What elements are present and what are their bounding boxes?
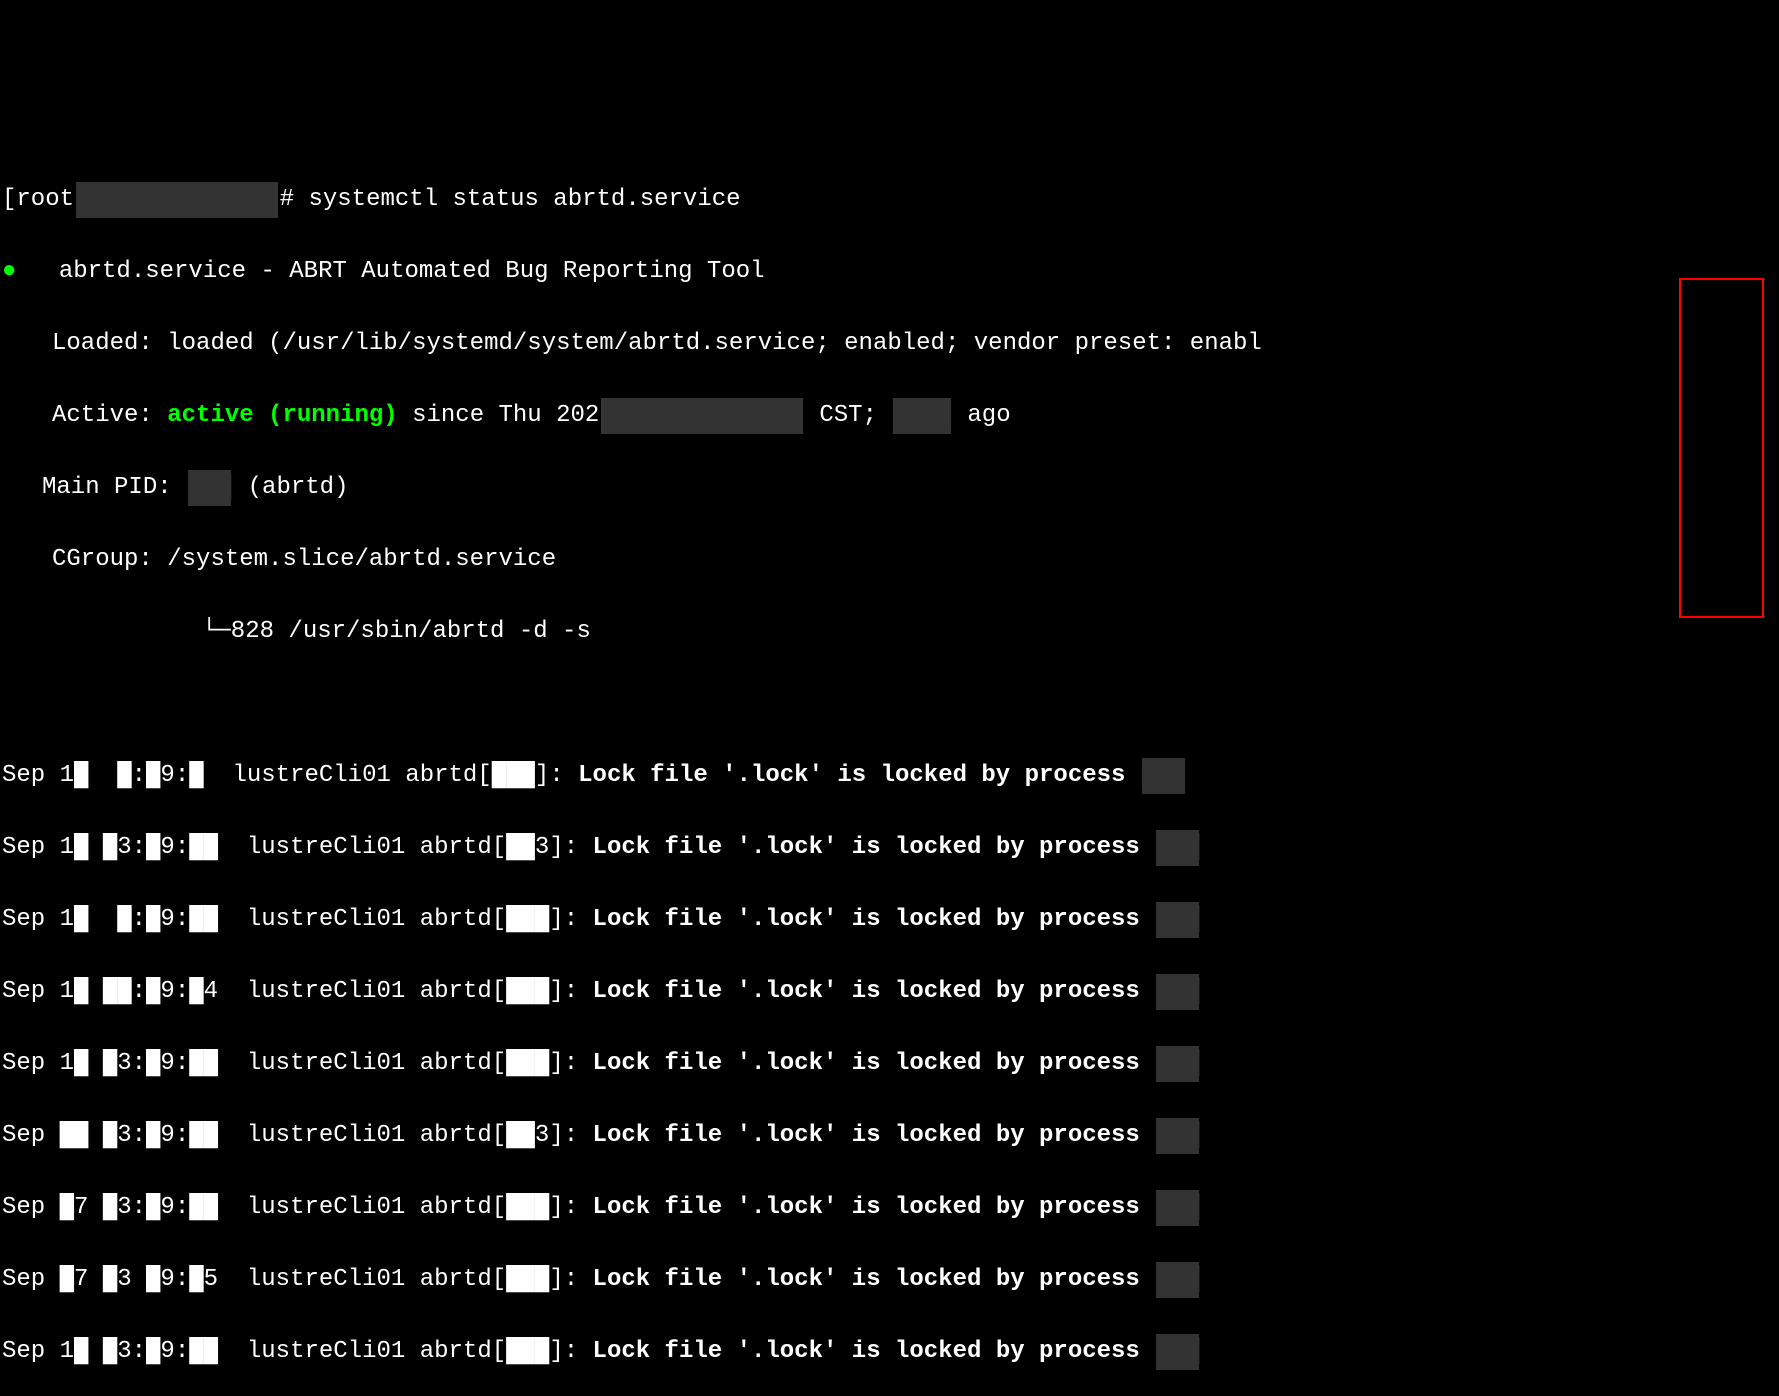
log-host: lustreCli01 [232,762,390,789]
log-line: Sep 1█ █:█9:██ lustreCli01 abrtd[███]: L… [2,902,1777,938]
log-line: Sep 1█ █3:█9:██ lustreCli01 abrtd[███]: … [2,1334,1777,1370]
cgroup-line: CGroup: /system.slice/abrtd.service [2,542,1777,578]
log-host: lustreCli01 [247,1050,405,1077]
log-line: Sep 1█ ██:█9:█4 lustreCli01 abrtd[███]: … [2,974,1777,1010]
mainpid-line: Main PID: ███ (abrtd) [2,470,1777,506]
mainpid-value: (abrtd) [248,474,349,501]
log-proc: abrtd[███]: [420,906,578,933]
status-dot-icon: ● [2,254,30,290]
log-msg: Lock file '.lock' is locked by process [578,762,1125,789]
log-line: Sep 1█ █3:█9:██ lustreCli01 abrtd[██3]: … [2,830,1777,866]
loaded-line: Loaded: loaded (/usr/lib/systemd/system/… [2,326,1777,362]
log-proc: abrtd[███]: [420,978,578,1005]
service-header: ● abrtd.service - ABRT Automated Bug Rep… [2,254,1777,290]
log-msg: Lock file '.lock' is locked by process [593,1122,1140,1149]
active-date-redacted: █████ ██:██ ██ [601,398,803,434]
active-status: active (running) [167,402,397,429]
log-line: Sep █7 █3:█9:██ lustreCli01 abrtd[███]: … [2,1190,1777,1226]
log-time: █ █3:█9:██ [74,834,218,861]
log-time: 7 █3:█9:██ [74,1194,218,1221]
log-proc: abrtd[██3]: [420,1122,578,1149]
tree-branch-icon: └─828 /usr/sbin/abrtd -d -s [202,618,591,645]
log-date: Sep 1 [2,834,74,861]
log-proc: abrtd[███]: [420,1266,578,1293]
cgroup-label: CGroup: [52,546,153,573]
log-time: 7 █3 █9:█5 [74,1266,218,1293]
service-description: ABRT Automated Bug Reporting Tool [289,258,764,285]
loaded-label: Loaded: [52,330,153,357]
log-date: Sep 1 [2,1338,74,1365]
service-name: abrtd.service [59,258,246,285]
log-msg: Lock file '.lock' is locked by process [593,1266,1140,1293]
log-date: Sep █ [2,1266,74,1293]
log-time: █ ██:█9:█4 [74,978,218,1005]
log-time: █ █3:█9:██ [74,1122,218,1149]
log-line: Sep 1█ █3:█9:██ lustreCli01 abrtd[███]: … [2,1046,1777,1082]
log-host: lustreCli01 [247,1338,405,1365]
prompt-user: [root [2,186,74,213]
log-time: █ █:█9:█ [74,762,204,789]
mainpid-redacted: ███ [188,470,231,506]
prompt-hash: # [280,186,294,213]
log-host: lustreCli01 [247,906,405,933]
log-host: lustreCli01 [247,1266,405,1293]
log-date: Sep 1 [2,1050,74,1077]
log-date: Sep 1 [2,978,74,1005]
active-ago: ago [967,402,1010,429]
log-host: lustreCli01 [247,834,405,861]
cgroup-value: /system.slice/abrtd.service [167,546,556,573]
log-time: █ █3:█9:██ [74,1338,218,1365]
log-pid-redacted: ███ [1156,1190,1199,1226]
terminal-output: [root████████████ ~# systemctl status ab… [2,146,1777,1396]
command-text: systemctl status abrtd.service [308,186,740,213]
log-date: Sep █ [2,1122,74,1149]
log-proc: abrtd[███]: [405,762,563,789]
log-pid-redacted: ███ [1156,902,1199,938]
log-pid-redacted: ███ [1156,1262,1199,1298]
log-pid-redacted: ███ [1142,758,1185,794]
log-date: Sep █ [2,1194,74,1221]
log-msg: Lock file '.lock' is locked by process [593,1338,1140,1365]
log-host: lustreCli01 [247,1122,405,1149]
log-pid-redacted: ███ [1156,1118,1199,1154]
active-label: Active: [52,402,153,429]
prompt-host-redacted: ████████████ ~ [76,182,278,218]
log-date: Sep 1 [2,906,74,933]
log-msg: Lock file '.lock' is locked by process [593,834,1140,861]
log-host: lustreCli01 [247,1194,405,1221]
log-msg: Lock file '.lock' is locked by process [593,1050,1140,1077]
log-proc: abrtd[███]: [420,1050,578,1077]
log-msg: Lock file '.lock' is locked by process [593,1194,1140,1221]
log-line: Sep 1█ █:█9:█ lustreCli01 abrtd[███]: Lo… [2,758,1777,794]
log-proc: abrtd[███]: [420,1338,578,1365]
active-line: Active: active (running) since Thu 202██… [2,398,1777,434]
log-line: Sep █7 █3 █9:█5 lustreCli01 abrtd[███]: … [2,1262,1777,1298]
blank-line [2,686,1777,722]
active-duration-redacted: ████ [893,398,951,434]
log-proc: abrtd[███]: [420,1194,578,1221]
log-pid-redacted: ███ [1156,830,1199,866]
log-time: █ █:█9:██ [74,906,218,933]
log-date: Sep 1 [2,762,74,789]
active-tz: CST; [819,402,877,429]
log-msg: Lock file '.lock' is locked by process [593,978,1140,1005]
mainpid-label: Main PID: [42,474,172,501]
prompt-line[interactable]: [root████████████ ~# systemctl status ab… [2,182,1777,218]
log-pid-redacted: ███ [1156,1046,1199,1082]
loaded-value: loaded (/usr/lib/systemd/system/abrtd.se… [167,330,1262,357]
log-host: lustreCli01 [247,978,405,1005]
log-msg: Lock file '.lock' is locked by process [593,906,1140,933]
log-pid-redacted: ███ [1156,974,1199,1010]
cgroup-tree-line: └─828 /usr/sbin/abrtd -d -s [2,614,1777,650]
active-since: since Thu 202 [412,402,599,429]
log-proc: abrtd[██3]: [420,834,578,861]
log-pid-redacted: ███ [1156,1334,1199,1370]
log-time: █ █3:█9:██ [74,1050,218,1077]
log-line: Sep ██ █3:█9:██ lustreCli01 abrtd[██3]: … [2,1118,1777,1154]
